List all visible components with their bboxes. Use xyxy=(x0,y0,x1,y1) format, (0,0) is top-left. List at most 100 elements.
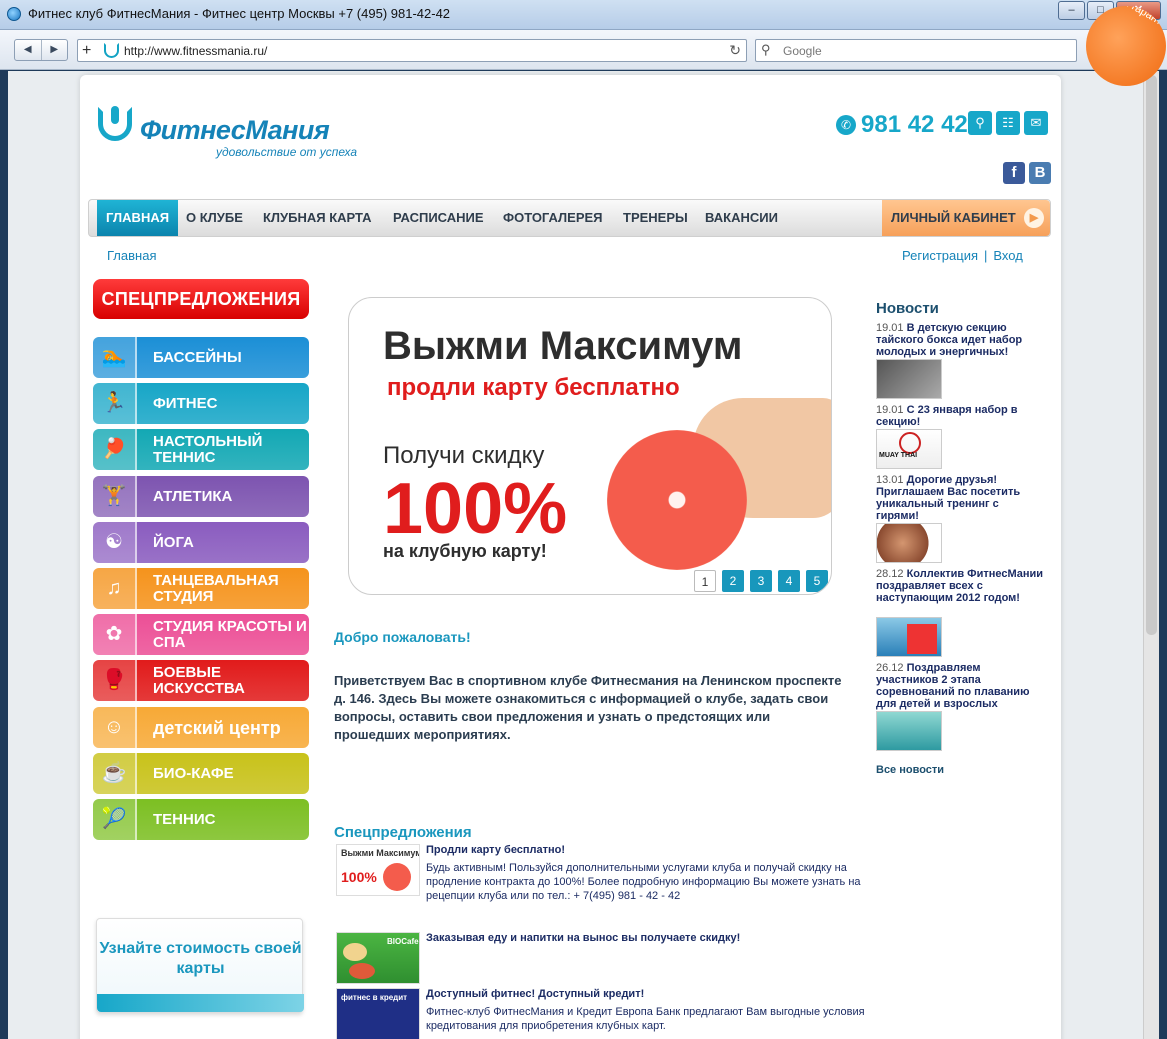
left-menu-label: БАССЕЙНЫ xyxy=(153,348,242,366)
left-menu-label: ТАНЦЕВАЛЬНАЯ СТУДИЯ xyxy=(153,571,279,605)
social-links: f B xyxy=(1003,162,1051,184)
offer-text: Фитнес-клуб ФитнесМания и Кредит Европа … xyxy=(426,1006,865,1032)
left-menu-item[interactable]: 🏃 ФИТНЕС xyxy=(93,383,309,424)
news-thumbnail[interactable] xyxy=(876,617,942,657)
promo-slider[interactable]: Выжми Максимум продли карту бесплатно По… xyxy=(348,297,832,595)
news-item[interactable]: 19.01 В детскую секцию тайского бокса ид… xyxy=(876,322,1044,358)
offer-title[interactable]: Продли карту бесплатно! xyxy=(426,844,565,856)
slider-page-4[interactable]: 4 xyxy=(778,570,800,592)
guarantee-badge[interactable]: Мы гарантируем результат xyxy=(1086,6,1166,86)
left-menu-item[interactable]: ☺ детский центр xyxy=(93,707,309,748)
offer-thumb-percent: 100% xyxy=(341,869,377,885)
news-date: 28.12 xyxy=(876,568,904,580)
left-menu-item[interactable]: 🥊 БОЕВЫЕ ИСКУССТВА xyxy=(93,660,309,701)
site-favicon-icon xyxy=(104,43,119,58)
news-thumbnail[interactable] xyxy=(876,359,942,399)
card-price-banner[interactable]: Узнайте стоимость своей карты xyxy=(96,918,304,1013)
left-menu-item[interactable]: ☕ БИО-КАФЕ xyxy=(93,753,309,794)
left-menu-item[interactable]: 🎾 ТЕННИС xyxy=(93,799,309,840)
welcome-text: Приветствуем Вас в спортивном клубе Фитн… xyxy=(334,673,842,742)
left-menu-label: СТУДИЯ КРАСОТЫ И СПА xyxy=(153,617,307,651)
minimize-button[interactable]: – xyxy=(1058,1,1085,20)
page-scrollbar[interactable] xyxy=(1143,71,1159,1039)
left-menu-item[interactable]: ♫ ТАНЦЕВАЛЬНАЯ СТУДИЯ xyxy=(93,568,309,609)
offer-title[interactable]: Заказывая еду и напитки на вынос вы полу… xyxy=(426,932,740,944)
left-menu-item[interactable]: 🏊 БАССЕЙНЫ xyxy=(93,337,309,378)
slider-subhead: продли карту бесплатно xyxy=(387,374,680,401)
page-viewport: ФитнесМания удовольствие от успеха ✆ 981… xyxy=(8,71,1159,1039)
nav-item-gallery[interactable]: ФОТОГАЛЕРЕЯ xyxy=(503,200,603,236)
news-thumbnail[interactable] xyxy=(876,711,942,751)
offer-thumbnail[interactable]: фитнес в кредит xyxy=(336,988,420,1039)
left-menu-item[interactable]: ✿ СТУДИЯ КРАСОТЫ И СПА xyxy=(93,614,309,655)
main-nav: ГЛАВНАЯ О КЛУБЕ КЛУБНАЯ КАРТА РАСПИСАНИЕ… xyxy=(88,199,1051,237)
auth-separator: | xyxy=(984,248,988,263)
fighter-icon: 🥊 xyxy=(93,660,137,701)
offer-thumb-text: BIOCafe xyxy=(387,937,419,946)
personal-cabinet-button[interactable]: ЛИЧНЫЙ КАБИНЕТ ▶ xyxy=(882,200,1050,236)
reload-icon[interactable]: ↻ xyxy=(729,42,741,59)
slider-page-2[interactable]: 2 xyxy=(722,570,744,592)
offer-thumb-text: фитнес в кредит xyxy=(341,993,408,1002)
slider-pagination: 1 2 3 4 5 xyxy=(694,570,828,592)
logo-tagline: удовольствие от успеха xyxy=(216,145,358,159)
search-icon[interactable]: ⚲ xyxy=(761,42,771,58)
offer-thumbnail[interactable]: Выжми Максимум 100% xyxy=(336,844,420,896)
news-thumb-label: MUAY THAI xyxy=(879,452,918,459)
nav-item-club-card[interactable]: КЛУБНАЯ КАРТА xyxy=(263,200,372,236)
offer-thumbnail[interactable]: BIOCafe xyxy=(336,932,420,984)
all-news-link[interactable]: Все новости xyxy=(876,764,944,776)
news-title: Новости xyxy=(876,300,939,317)
search-icon[interactable]: ⚲ xyxy=(968,111,992,135)
special-offers-button[interactable]: СПЕЦПРЕДЛОЖЕНИЯ xyxy=(93,279,309,319)
table-tennis-icon: 🏓 xyxy=(93,429,137,470)
grapefruit-image xyxy=(607,430,747,570)
slider-page-1[interactable]: 1 xyxy=(694,570,716,592)
welcome-title: Добро пожаловать! xyxy=(334,629,471,645)
slider-page-3[interactable]: 3 xyxy=(750,570,772,592)
left-menu-label: ТЕННИС xyxy=(153,810,216,828)
scrollbar-thumb[interactable] xyxy=(1146,75,1157,635)
speed-dial-plus-icon[interactable]: + xyxy=(82,42,91,59)
nav-item-about[interactable]: О КЛУБЕ xyxy=(186,200,243,236)
food-icon xyxy=(343,943,367,961)
facebook-icon[interactable]: f xyxy=(1003,162,1025,184)
address-bar[interactable]: + http://www.fitnessmania.ru/ ↻ xyxy=(77,39,747,62)
news-item[interactable]: 26.12 Поздравляем участников 2 этапа сор… xyxy=(876,662,1044,710)
browser-icon xyxy=(7,7,21,21)
news-item[interactable]: 19.01 С 23 января набор в секцию! xyxy=(876,404,1044,428)
weightlifter-icon: 🏋 xyxy=(93,476,137,517)
offers-title: Спецпредложения xyxy=(334,824,472,841)
search-input[interactable]: ⚲ Google xyxy=(755,39,1077,62)
forward-button[interactable]: ▶ xyxy=(42,40,68,60)
offer-title[interactable]: Доступный фитнес! Доступный кредит! xyxy=(426,988,644,1000)
login-link[interactable]: Вход xyxy=(993,248,1022,263)
slider-discount-value: 100% xyxy=(383,469,568,549)
left-menu-item[interactable]: ☯ ЙОГА xyxy=(93,522,309,563)
left-menu-label: ЙОГА xyxy=(153,533,194,551)
left-menu-item[interactable]: 🏋 АТЛЕТИКА xyxy=(93,476,309,517)
mail-icon[interactable]: ✉ xyxy=(1024,111,1048,135)
url-text[interactable]: http://www.fitnessmania.ru/ xyxy=(124,44,267,58)
breadcrumb[interactable]: Главная xyxy=(107,248,156,263)
logo-mark-icon xyxy=(98,106,132,141)
vkontakte-icon[interactable]: B xyxy=(1029,162,1051,184)
nav-item-trainers[interactable]: ТРЕНЕРЫ xyxy=(623,200,688,236)
news-thumbnail[interactable] xyxy=(876,523,942,563)
nav-item-home[interactable]: ГЛАВНАЯ xyxy=(97,200,179,236)
news-item[interactable]: 13.01 Дорогие друзья! Приглашаем Вас пос… xyxy=(876,474,1044,522)
history-buttons: ◀ ▶ xyxy=(14,39,68,61)
register-link[interactable]: Регистрация xyxy=(902,248,978,263)
left-menu-item[interactable]: 🏓 НАСТОЛЬНЫЙ ТЕННИС xyxy=(93,429,309,470)
news-thumbnail[interactable]: MUAY THAI xyxy=(876,429,942,469)
sitemap-icon[interactable]: ☷ xyxy=(996,111,1020,135)
back-button[interactable]: ◀ xyxy=(15,40,42,60)
news-date: 19.01 xyxy=(876,404,904,416)
header-icons: ⚲ ☷ ✉ xyxy=(968,111,1048,135)
phone-number: 981 42 42 xyxy=(861,111,968,138)
kids-icon: ☺ xyxy=(93,707,137,748)
nav-item-schedule[interactable]: РАСПИСАНИЕ xyxy=(393,200,484,236)
slider-page-5[interactable]: 5 xyxy=(806,570,828,592)
news-item[interactable]: 28.12 Коллектив ФитнесМании поздравляет … xyxy=(876,568,1044,604)
nav-item-vacancies[interactable]: ВАКАНСИИ xyxy=(705,200,778,236)
